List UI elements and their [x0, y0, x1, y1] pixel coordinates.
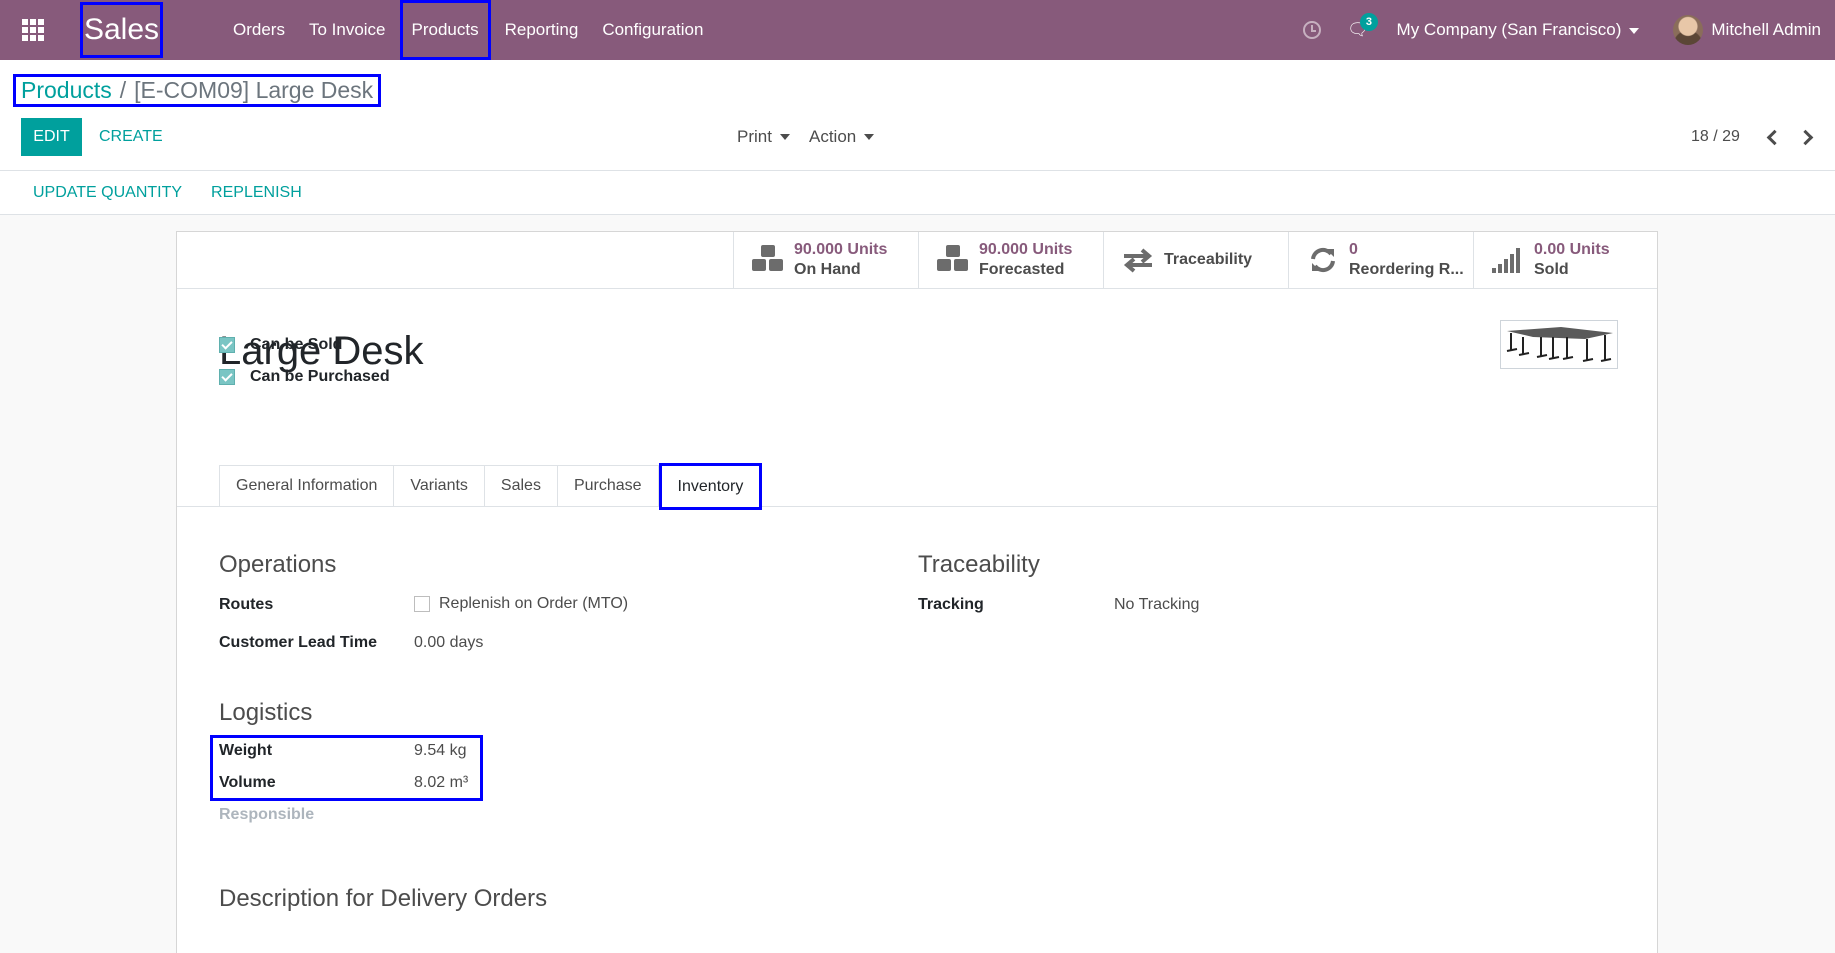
can-be-purchased-row[interactable]: Can be Purchased: [219, 368, 390, 386]
refresh-icon: [1305, 245, 1341, 275]
signal-bars-icon: [1490, 245, 1526, 275]
can-be-sold-checkbox[interactable]: [219, 337, 235, 353]
menu-configuration[interactable]: Configuration: [590, 0, 715, 60]
weight-unit: kg: [449, 742, 467, 759]
forecasted-value: 90.000 Units: [979, 241, 1073, 258]
company-switcher[interactable]: My Company (San Francisco): [1397, 20, 1640, 40]
volume-field: 8.02 m³: [414, 774, 468, 792]
responsible-label: Responsible: [219, 806, 315, 823]
tracking-value: No Tracking: [1114, 596, 1200, 613]
routes-field[interactable]: Replenish on Order (MTO): [414, 595, 628, 613]
apps-grid-icon: [22, 19, 44, 41]
weight-label: Weight: [219, 742, 273, 759]
messaging-button[interactable]: 🗨 3: [1347, 13, 1378, 40]
update-quantity-button[interactable]: UPDATE QUANTITY: [33, 184, 182, 202]
avatar[interactable]: [1673, 15, 1704, 45]
on-hand-value: 90.000 Units: [794, 241, 888, 258]
mto-checkbox[interactable]: [414, 596, 430, 612]
print-dropdown[interactable]: Print: [737, 118, 790, 156]
action-dropdown[interactable]: Action: [809, 118, 875, 156]
form-sheet: 90.000 Units On Hand 90.000 Units Foreca…: [176, 231, 1658, 953]
create-button[interactable]: CREATE: [99, 118, 163, 156]
on-hand-button[interactable]: 90.000 Units On Hand: [733, 232, 918, 288]
volume-unit: m³: [449, 774, 469, 791]
traceability-title: Traceability: [918, 551, 1040, 578]
form-tabs: General Information Variants Sales Purch…: [219, 463, 763, 510]
breadcrumb-products-link[interactable]: Products: [21, 77, 112, 104]
sold-label: Sold: [1534, 261, 1569, 278]
smart-buttons: 90.000 Units On Hand 90.000 Units Foreca…: [177, 232, 1657, 289]
apps-menu-button[interactable]: [0, 0, 66, 60]
forecasted-button[interactable]: 90.000 Units Forecasted: [918, 232, 1103, 288]
traceability-button[interactable]: Traceability: [1103, 232, 1288, 288]
lead-time-value: 0.00 days: [414, 634, 484, 651]
mto-label: Replenish on Order (MTO): [439, 595, 629, 612]
routes-label: Routes: [219, 596, 274, 613]
main-menu: Orders To Invoice Products Reporting Con…: [221, 0, 715, 60]
sold-button[interactable]: 0.00 Units Sold: [1473, 232, 1658, 288]
traceability-label: Traceability: [1164, 251, 1253, 268]
volume-label: Volume: [219, 774, 276, 791]
breadcrumb-current: [E-COM09] Large Desk: [134, 77, 374, 103]
cubes-icon: [750, 245, 786, 275]
chevron-right-icon: [1797, 129, 1813, 145]
reordering-rules-button[interactable]: 0 Reordering R...: [1288, 232, 1473, 288]
description-delivery-title: Description for Delivery Orders: [219, 885, 548, 912]
can-be-sold-row[interactable]: Can be Sold: [219, 336, 342, 354]
tab-sales[interactable]: Sales: [483, 465, 557, 507]
reordering-label: Reordering R...: [1349, 261, 1464, 278]
menu-reporting[interactable]: Reporting: [493, 0, 591, 60]
form-statusbar: UPDATE QUANTITY REPLENISH: [0, 171, 1835, 215]
caret-down-icon: [779, 134, 790, 140]
operations-title: Operations: [219, 551, 337, 578]
breadcrumb: Products / [E-COM09] Large Desk: [13, 74, 382, 107]
tab-general-information[interactable]: General Information: [219, 465, 394, 507]
reordering-value: 0: [1349, 241, 1358, 258]
menu-products[interactable]: Products: [399, 0, 491, 60]
control-panel: Products / [E-COM09] Large Desk EDIT CRE…: [0, 60, 1835, 171]
volume-value: 8.02: [414, 774, 446, 791]
pager-next-button[interactable]: [1795, 118, 1819, 156]
top-navbar: Sales Orders To Invoice Products Reporti…: [0, 0, 1835, 60]
action-label: Action: [809, 127, 857, 146]
navbar-systray: 🗨 3 My Company (San Francisco) Mitchell …: [1302, 0, 1835, 60]
product-image[interactable]: [1500, 320, 1618, 369]
cubes-icon: [935, 245, 971, 275]
caret-down-icon: [864, 134, 875, 140]
menu-orders[interactable]: Orders: [221, 0, 297, 60]
user-menu[interactable]: Mitchell Admin: [1711, 20, 1821, 40]
company-name: My Company (San Francisco): [1396, 20, 1622, 39]
pager-value[interactable]: 18 / 29: [1691, 118, 1740, 156]
on-hand-label: On Hand: [794, 261, 861, 278]
weight-field: 9.54 kg: [414, 742, 467, 760]
weight-value: 9.54: [414, 742, 446, 759]
edit-button[interactable]: EDIT: [21, 118, 82, 156]
sold-value: 0.00 Units: [1534, 241, 1610, 258]
pager-previous-button[interactable]: [1760, 118, 1784, 156]
app-name[interactable]: Sales: [80, 2, 163, 58]
desk-image: [1506, 327, 1613, 362]
print-label: Print: [737, 127, 772, 146]
logistics-title: Logistics: [219, 699, 313, 726]
lead-time-label: Customer Lead Time: [219, 634, 377, 651]
menu-to-invoice[interactable]: To Invoice: [297, 0, 398, 60]
can-be-sold-label: Can be Sold: [250, 336, 343, 353]
tab-inventory[interactable]: Inventory: [658, 463, 763, 510]
tracking-label: Tracking: [918, 596, 984, 613]
caret-down-icon: [1629, 27, 1640, 34]
can-be-purchased-checkbox[interactable]: [219, 369, 235, 385]
breadcrumb-separator: /: [119, 77, 127, 103]
tab-purchase[interactable]: Purchase: [556, 465, 659, 507]
can-be-purchased-label: Can be Purchased: [250, 368, 390, 385]
chat-count-badge: 3: [1359, 13, 1378, 31]
tab-variants[interactable]: Variants: [393, 465, 484, 507]
activity-clock-icon[interactable]: [1302, 21, 1321, 39]
forecasted-label: Forecasted: [979, 261, 1065, 278]
replenish-button[interactable]: REPLENISH: [211, 184, 302, 202]
chevron-left-icon: [1766, 129, 1782, 145]
exchange-arrows-icon: [1120, 245, 1156, 275]
